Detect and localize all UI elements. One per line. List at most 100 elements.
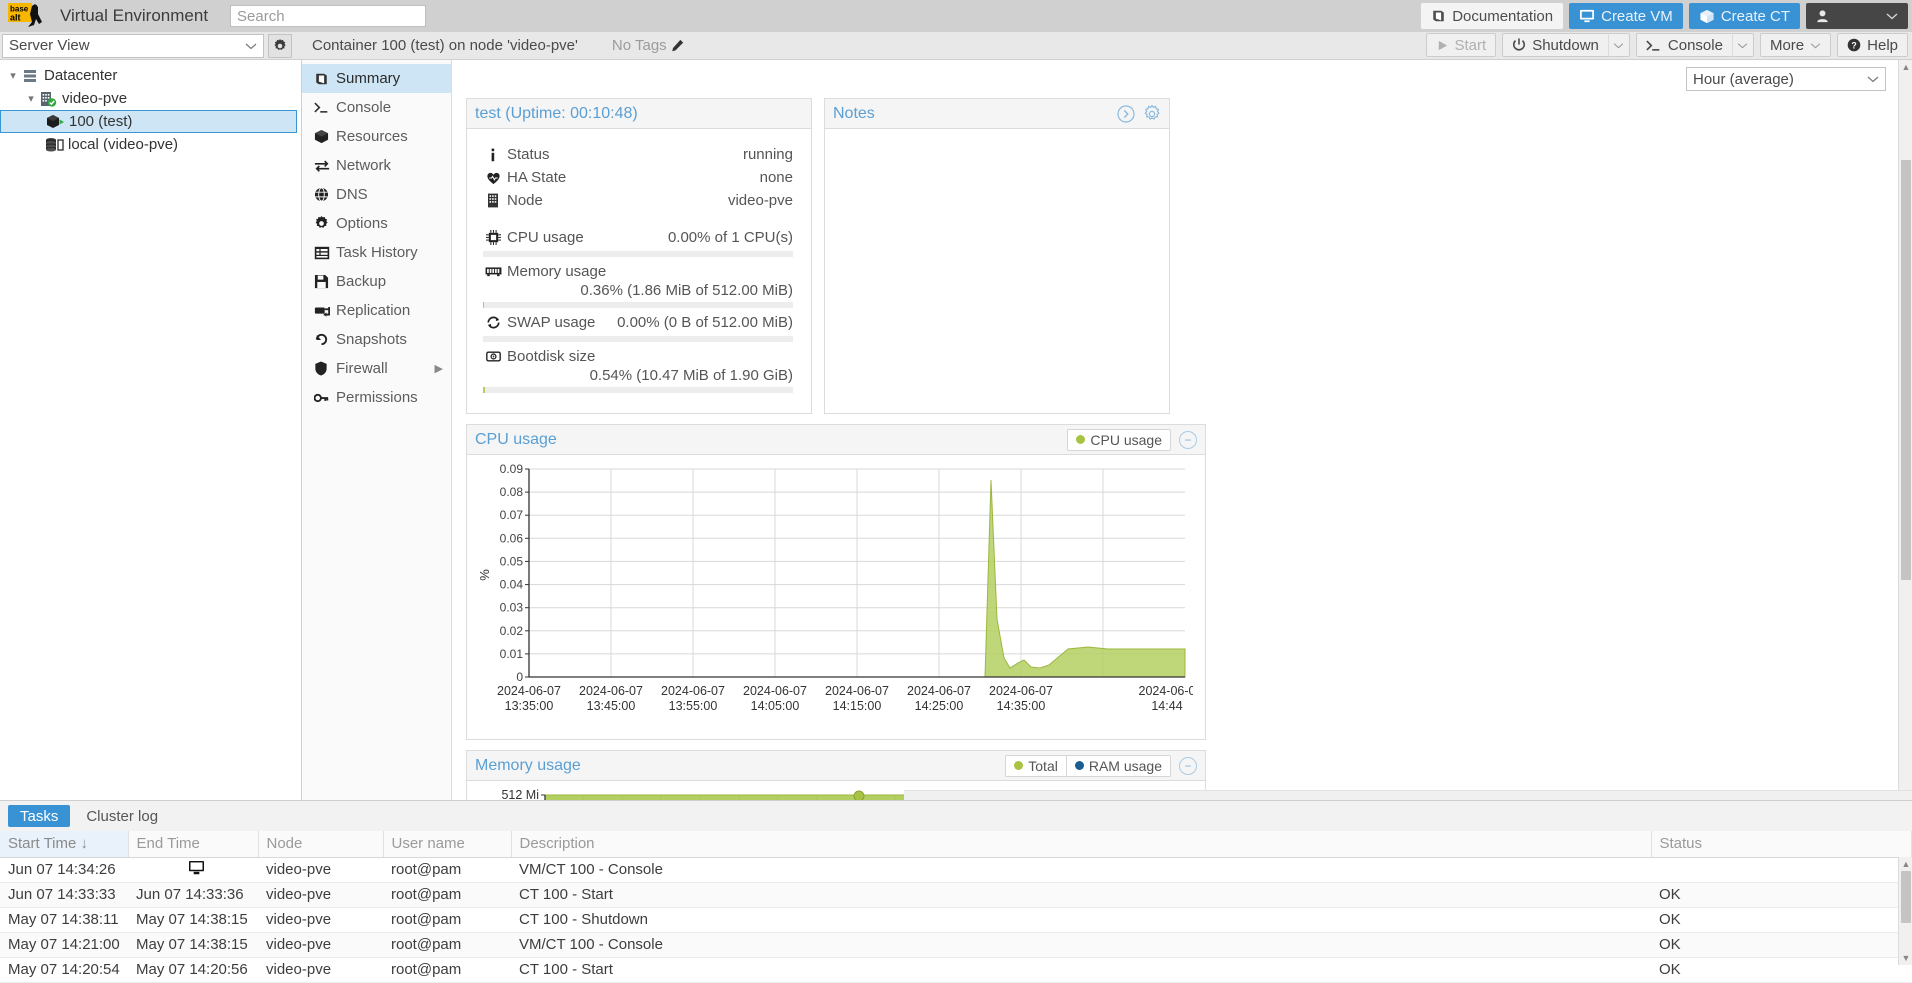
console-dropdown-arrow[interactable] <box>1732 33 1754 57</box>
chevron-down-icon <box>1810 42 1821 49</box>
tree-item-storage-local[interactable]: local (video-pve) <box>0 133 301 156</box>
user-menu-button[interactable] <box>1806 3 1908 29</box>
svg-text:?: ? <box>1851 41 1856 51</box>
notes-content[interactable] <box>825 129 1169 412</box>
basealt-logo[interactable]: base alt <box>8 2 50 30</box>
console-label: Console <box>1668 37 1723 54</box>
legend-item-total[interactable]: Total <box>1006 756 1066 776</box>
scrollbar-thumb[interactable] <box>1901 160 1911 580</box>
table-row[interactable]: Jun 07 14:33:33 Jun 07 14:33:36 video-pv… <box>0 882 1912 907</box>
container-menu: Summary Console Resources Network <box>302 60 452 800</box>
menu-item-label: Snapshots <box>336 331 407 348</box>
floppy-icon <box>314 274 336 289</box>
status-bar-bootdisk-head: Bootdisk size <box>483 346 793 367</box>
status-bar-memory-label: Memory usage <box>507 263 606 280</box>
scrollbar-thumb[interactable] <box>1901 871 1911 923</box>
expand-icon[interactable] <box>1117 105 1135 123</box>
menu-item-dns[interactable]: DNS <box>302 180 451 209</box>
caret-expanded-icon[interactable]: ▾ <box>6 69 20 82</box>
tree-item-datacenter[interactable]: ▾ Datacenter <box>0 64 301 87</box>
column-header-status[interactable]: Status <box>1651 831 1912 857</box>
scroll-up-arrow-icon[interactable]: ▲ <box>1900 61 1912 73</box>
gear-icon[interactable] <box>1143 105 1161 123</box>
cell-status: OK <box>1651 907 1912 932</box>
column-header-description[interactable]: Description <box>511 831 1651 857</box>
chevron-down-icon <box>1613 42 1624 49</box>
user-icon <box>1816 9 1829 23</box>
cpu-grid <box>529 469 1185 677</box>
memory-data-marker[interactable] <box>854 791 864 800</box>
svg-text:14:35:00: 14:35:00 <box>997 699 1046 713</box>
table-row[interactable]: May 07 14:21:00 May 07 14:38:15 video-pv… <box>0 932 1912 957</box>
tree-item-container-100[interactable]: 100 (test) <box>0 110 297 133</box>
menu-item-permissions[interactable]: Permissions <box>302 383 451 412</box>
table-row[interactable]: May 07 14:20:54 May 07 14:20:56 video-pv… <box>0 957 1912 982</box>
help-button[interactable]: ? Help <box>1837 33 1908 57</box>
menu-item-console[interactable]: Console <box>302 93 451 122</box>
collapse-button[interactable]: − <box>1179 757 1197 775</box>
search-input[interactable] <box>230 5 426 27</box>
svg-text:0.09: 0.09 <box>500 462 524 476</box>
collapse-button[interactable]: − <box>1179 431 1197 449</box>
svg-text:2024-06-07: 2024-06-07 <box>579 684 643 698</box>
log-vertical-scrollbar[interactable]: ▲ ▼ <box>1898 857 1912 965</box>
book-icon <box>1431 9 1446 23</box>
cell-end-time <box>128 857 258 882</box>
menu-item-snapshots[interactable]: Snapshots <box>302 325 451 354</box>
cell-status <box>1651 857 1912 882</box>
time-range-value: Hour (average) <box>1693 71 1794 88</box>
scroll-down-arrow-icon[interactable]: ▼ <box>1900 952 1912 964</box>
svg-text:14:05:00: 14:05:00 <box>751 699 800 713</box>
menu-item-network[interactable]: Network <box>302 151 451 180</box>
menu-item-task-history[interactable]: Task History <box>302 238 451 267</box>
caret-expanded-icon[interactable]: ▾ <box>24 92 38 105</box>
menu-item-resources[interactable]: Resources <box>302 122 451 151</box>
menu-item-firewall[interactable]: Firewall ▶ <box>302 354 451 383</box>
status-row-status: Status running <box>483 143 793 166</box>
monitor-icon <box>1579 9 1595 23</box>
console-button[interactable]: Console <box>1636 33 1732 57</box>
menu-item-summary[interactable]: Summary <box>302 64 451 93</box>
documentation-label: Documentation <box>1452 8 1553 25</box>
cell-status: OK <box>1651 882 1912 907</box>
tab-tasks[interactable]: Tasks <box>8 805 70 827</box>
shutdown-button[interactable]: Shutdown <box>1502 33 1608 57</box>
summary-vertical-scrollbar[interactable]: ▲ ▼ <box>1898 60 1912 800</box>
cell-start-time: May 07 14:20:54 <box>0 957 128 982</box>
start-button[interactable]: Start <box>1426 33 1497 57</box>
chevron-right-icon[interactable]: ▶ <box>435 362 443 375</box>
svg-text:0: 0 <box>516 670 523 684</box>
documentation-button[interactable]: Documentation <box>1421 3 1563 29</box>
create-vm-button[interactable]: Create VM <box>1569 3 1683 29</box>
summary-horizontal-scrollbar[interactable] <box>904 790 1912 800</box>
cell-node: video-pve <box>258 882 383 907</box>
settings-gear-button[interactable] <box>268 34 292 58</box>
legend-item-ram-usage[interactable]: RAM usage <box>1066 756 1170 776</box>
pencil-icon[interactable] <box>671 39 684 52</box>
create-ct-button[interactable]: Create CT <box>1689 3 1800 29</box>
menu-item-replication[interactable]: Replication <box>302 296 451 325</box>
column-header-node[interactable]: Node <box>258 831 383 857</box>
cpu-chart-svg: 0.090.080.07 0.060.050.04 0.030.020.01 0 <box>467 455 1193 737</box>
cpu-y-tick-labels: 0.090.080.07 0.060.050.04 0.030.020.01 0 <box>500 462 524 684</box>
menu-item-backup[interactable]: Backup <box>302 267 451 296</box>
time-range-selector[interactable]: Hour (average) <box>1686 67 1886 91</box>
table-row[interactable]: Jun 07 14:34:26 video-pve root@pam VM/CT… <box>0 857 1912 882</box>
view-selector[interactable]: Server View <box>2 34 264 58</box>
legend-item-cpu-usage[interactable]: CPU usage <box>1068 430 1170 450</box>
column-header-start-time[interactable]: Start Time ↓ <box>0 831 128 857</box>
shutdown-dropdown-arrow[interactable] <box>1608 33 1630 57</box>
column-header-user-name[interactable]: User name <box>383 831 511 857</box>
tree-item-node[interactable]: ▾ video-pve <box>0 87 301 110</box>
scroll-up-arrow-icon[interactable]: ▲ <box>1900 858 1912 870</box>
menu-item-options[interactable]: Options <box>302 209 451 238</box>
menu-item-label: Network <box>336 157 391 174</box>
tab-cluster-log[interactable]: Cluster log <box>74 805 170 827</box>
table-row[interactable]: May 07 14:38:11 May 07 14:38:15 video-pv… <box>0 907 1912 932</box>
column-header-end-time[interactable]: End Time <box>128 831 258 857</box>
menu-item-label: Task History <box>336 244 418 261</box>
tags-area[interactable]: No Tags <box>612 37 684 54</box>
cube-icon <box>1699 9 1715 24</box>
cpu-chart-tools: CPU usage − <box>1067 429 1197 451</box>
more-button[interactable]: More <box>1760 33 1831 57</box>
